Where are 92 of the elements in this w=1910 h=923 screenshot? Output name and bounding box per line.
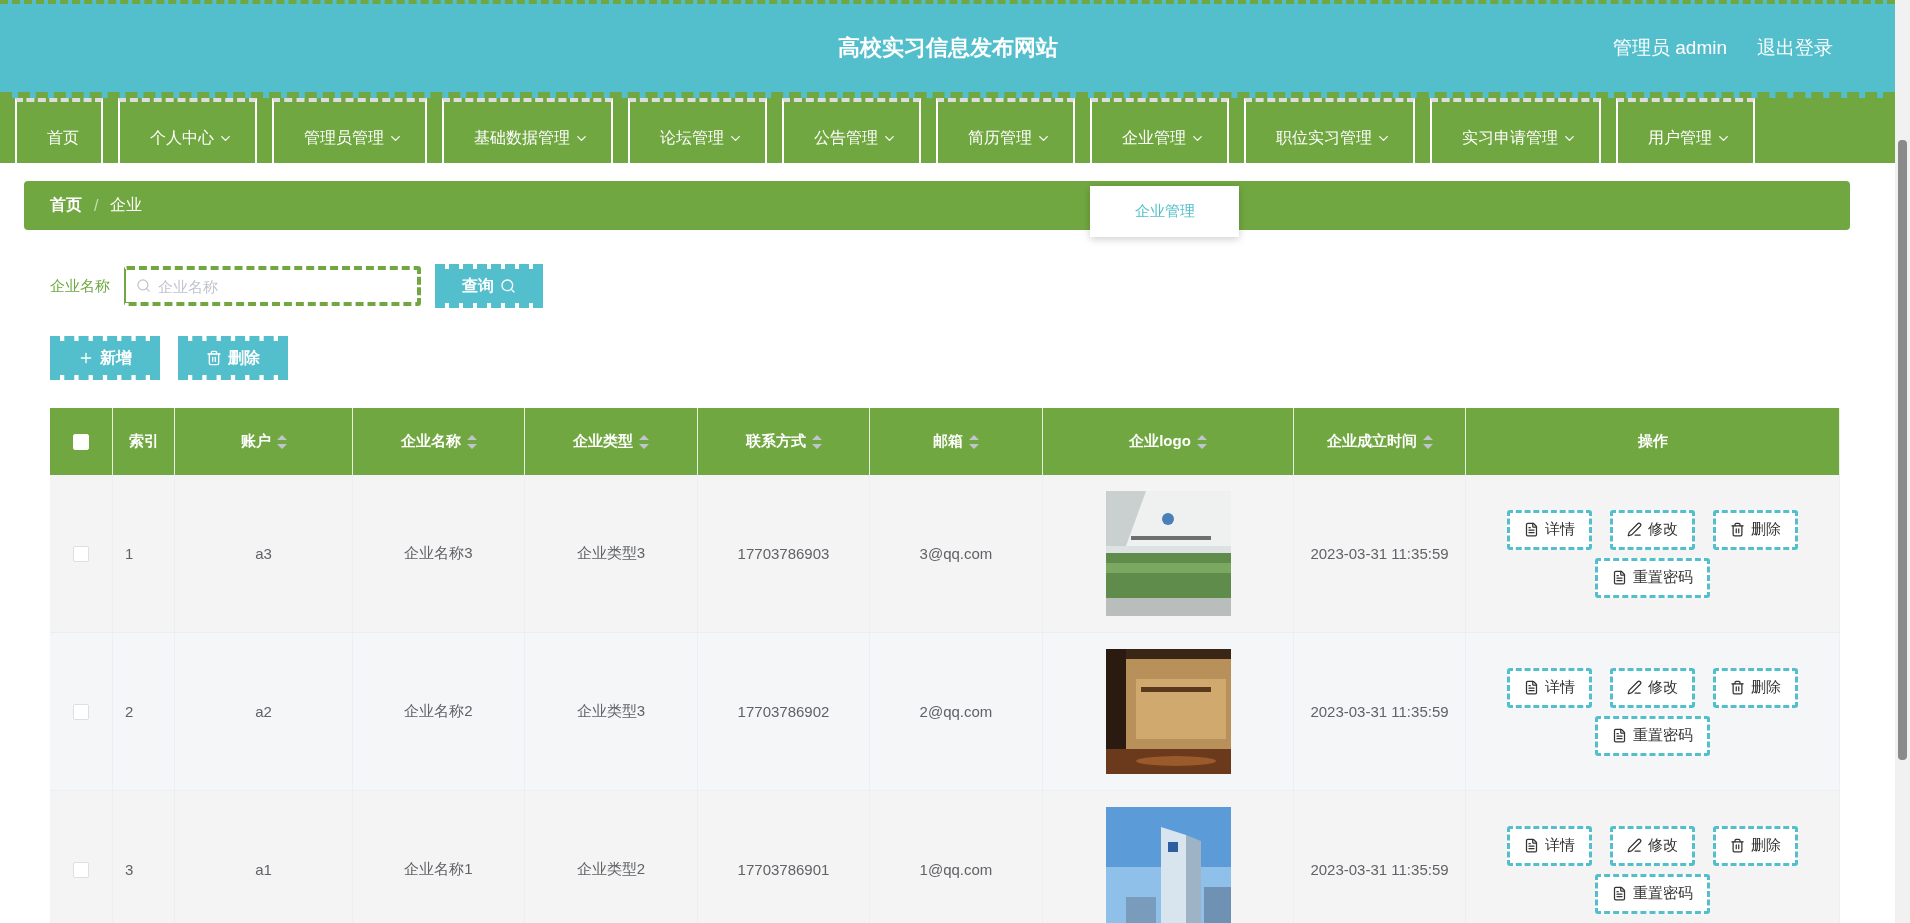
column-header: 索引 (128, 432, 159, 451)
breadcrumb-item: 企业 (110, 195, 143, 215)
sort-icon[interactable] (639, 434, 649, 449)
details-button[interactable]: 详情 (1507, 825, 1592, 866)
column-header: 企业名称 (400, 432, 461, 451)
edit-button[interactable]: 修改 (1610, 509, 1695, 550)
nav-item[interactable]: 首页 (15, 98, 103, 163)
company-name-cell: 企业名称2 (404, 702, 473, 721)
delete-button[interactable]: 删除 (178, 336, 288, 380)
delete-button[interactable]: 删除 (1713, 509, 1798, 550)
nav-item[interactable]: 个人中心 (118, 98, 257, 163)
document-icon (1612, 728, 1627, 743)
date-cell-text: 2023-03-31 11:35:59 (1309, 859, 1450, 880)
nav-item[interactable]: 论坛管理 (628, 98, 767, 163)
nav-item[interactable]: 简历管理 (936, 98, 1075, 163)
row-checkbox[interactable] (73, 545, 89, 562)
sort-icon[interactable] (466, 434, 477, 449)
nav-item[interactable]: 管理员管理 (272, 98, 427, 163)
trash-icon (1730, 838, 1745, 853)
email-cell: 3@qq.com (919, 545, 993, 562)
plus-icon (78, 350, 94, 366)
account-cell: a2 (255, 703, 272, 720)
search-field[interactable]: 企业名称 (124, 266, 421, 306)
reset-password-button[interactable]: 重置密码 (1595, 873, 1710, 914)
column-header: 操作 (1637, 432, 1668, 451)
nav-item[interactable]: 公告管理 (782, 98, 921, 163)
index-cell: 1 (125, 545, 134, 562)
column-header: 邮箱 (933, 432, 963, 451)
sort-icon[interactable] (811, 434, 822, 449)
column-header: 联系方式 (745, 432, 806, 451)
column-header: 企业类型 (573, 432, 633, 451)
sort-icon[interactable] (1196, 434, 1207, 449)
row-checkbox[interactable] (73, 861, 89, 878)
select-all-checkbox[interactable] (73, 433, 89, 450)
trash-icon (206, 350, 222, 366)
index-cell: 2 (125, 703, 134, 720)
nav-item[interactable]: 职位实习管理 (1244, 98, 1415, 163)
date-cell-text: 2023-03-31 11:35:59 (1309, 701, 1450, 722)
delete-button[interactable]: 删除 (1713, 667, 1798, 708)
email-cell: 1@qq.com (919, 861, 993, 878)
scrollbar[interactable] (1895, 0, 1910, 923)
date-cell-text: 2023-03-31 11:35:59 (1309, 543, 1450, 564)
phone-cell: 17703786902 (737, 703, 830, 720)
add-button[interactable]: 新增 (50, 336, 160, 380)
column-header: 企业logo (1129, 432, 1191, 451)
search-icon (136, 278, 151, 293)
column-header: 企业成立时间 (1326, 432, 1417, 451)
delete-button[interactable]: 删除 (1713, 825, 1798, 866)
document-icon (1612, 886, 1627, 901)
sort-icon[interactable] (969, 434, 979, 449)
document-icon (1524, 838, 1539, 853)
trash-icon (1730, 522, 1745, 537)
nav-item[interactable]: 实习申请管理 (1430, 98, 1601, 163)
sort-icon[interactable] (1422, 434, 1433, 449)
company-name-cell: 企业名称1 (404, 860, 473, 879)
pen-icon (1627, 838, 1642, 853)
phone-cell: 17703786901 (737, 861, 830, 878)
trash-icon (1730, 680, 1745, 695)
breadcrumb-separator: / (94, 196, 99, 215)
pen-icon (1627, 522, 1642, 537)
reset-password-button[interactable]: 重置密码 (1595, 715, 1710, 756)
breadcrumb-item[interactable]: 首页 (50, 195, 82, 216)
row-checkbox[interactable] (73, 703, 89, 720)
details-button[interactable]: 详情 (1507, 509, 1592, 550)
company-type-cell: 企业类型2 (576, 860, 646, 879)
reset-password-button[interactable]: 重置密码 (1595, 557, 1710, 598)
query-button[interactable]: 查询 (435, 264, 543, 308)
phone-cell: 17703786903 (737, 545, 830, 562)
nav-item[interactable]: 用户管理 (1616, 98, 1755, 163)
company-type-cell: 企业类型3 (576, 702, 646, 721)
search-label: 企业名称 (50, 276, 110, 296)
search-icon (500, 278, 516, 294)
edit-button[interactable]: 修改 (1610, 667, 1695, 708)
logout-link[interactable]: 退出登录 (1757, 35, 1833, 61)
sort-icon[interactable] (276, 434, 287, 449)
site-title: 高校实习信息发布网站 (837, 34, 1058, 62)
index-cell: 3 (125, 861, 134, 878)
email-cell: 2@qq.com (919, 703, 993, 720)
admin-user-link[interactable]: 管理员 admin (1612, 35, 1727, 61)
document-icon (1524, 680, 1539, 695)
document-icon (1524, 522, 1539, 537)
details-button[interactable]: 详情 (1507, 667, 1592, 708)
pen-icon (1627, 680, 1642, 695)
nav-item[interactable]: 基础数据管理 (442, 98, 613, 163)
company-name-cell: 企业名称3 (404, 544, 473, 563)
account-cell: a1 (255, 861, 272, 878)
account-cell: a3 (255, 545, 272, 562)
document-icon (1612, 570, 1627, 585)
dropdown-item[interactable]: 企业管理 (1090, 194, 1239, 229)
edit-button[interactable]: 修改 (1610, 825, 1695, 866)
company-type-cell: 企业类型3 (576, 544, 646, 563)
column-header: 账户 (240, 432, 271, 451)
